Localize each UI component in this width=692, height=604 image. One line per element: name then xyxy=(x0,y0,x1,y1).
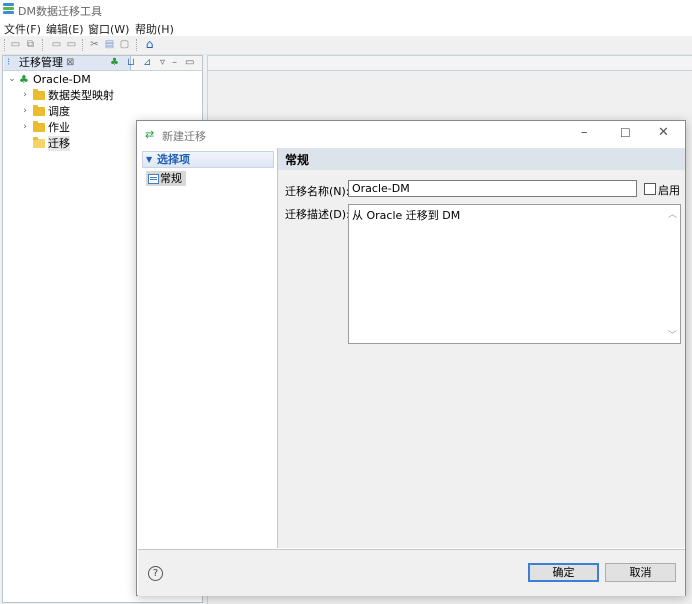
new-migration-icon[interactable]: ♣ xyxy=(110,57,119,69)
toolbar: ▭ ⧉ ▭ ▭ ✂ ▤ ▢ ⌂ xyxy=(0,36,692,55)
export-icon[interactable]: ⊿ xyxy=(143,57,151,69)
tree-item-label: 数据类型映射 xyxy=(48,89,114,102)
app-title-bar: DM数据迁移工具 xyxy=(0,0,692,20)
tree-root-label: Oracle-DM xyxy=(33,73,91,86)
expand-icon[interactable]: › xyxy=(20,104,30,119)
tree-item-label: 迁移 xyxy=(48,136,70,151)
folder-icon xyxy=(33,89,45,100)
tree-item-schedule[interactable]: › 调度 xyxy=(3,104,202,119)
menu-help[interactable]: 帮助(H) xyxy=(135,21,174,37)
dialog-footer: ? 确定 取消 xyxy=(138,549,685,596)
migration-tree-icon: ⁝ xyxy=(7,57,11,68)
expand-down-icon: ▼ xyxy=(146,155,153,164)
section-header: 常规 xyxy=(278,148,685,170)
save-icon[interactable]: ▭ xyxy=(10,39,21,50)
toolbar-separator xyxy=(42,39,44,51)
scroll-down-icon[interactable]: ﹀ xyxy=(668,328,677,341)
panel-header: ⁝ 迁移管理 ⊠ ♣ ⊔ ⊿ ▿ – ▭ xyxy=(3,56,202,71)
enable-label: 启用 xyxy=(658,184,680,197)
view-menu-icon[interactable]: ▿ xyxy=(160,57,165,69)
ok-button[interactable]: 确定 xyxy=(528,563,599,582)
nav-group-options[interactable]: ▼ 选择项 xyxy=(142,151,274,168)
cut-icon[interactable]: ✂ xyxy=(89,39,100,50)
editor-tab-strip xyxy=(208,56,692,71)
toolbar-separator xyxy=(136,39,138,51)
expand-icon[interactable]: › xyxy=(20,120,30,135)
app-title: DM数据迁移工具 xyxy=(18,5,102,18)
migration-desc-textarea[interactable]: 从 Oracle 迁移到 DM ︿ ﹀ xyxy=(348,204,681,344)
nav-item-general[interactable]: 常规 xyxy=(146,171,186,186)
maximize-icon[interactable]: ☐ xyxy=(620,126,631,140)
dialog-title: 新建迁移 xyxy=(162,130,206,143)
copy-icon[interactable]: ▤ xyxy=(104,39,115,50)
minimize-icon[interactable]: – xyxy=(172,57,177,69)
dialog-title-bar: ⇄ 新建迁移 – ☐ ✕ xyxy=(137,121,685,148)
page-icon xyxy=(148,174,159,184)
scroll-up-icon[interactable]: ︿ xyxy=(668,207,677,220)
dialog-nav: ▼ 选择项 常规 xyxy=(138,148,278,548)
dialog-content: 常规 迁移名称(N): 启用 迁移描述(D): 从 Oracle 迁移到 DM … xyxy=(278,148,685,548)
tab-label: 迁移管理 xyxy=(19,56,63,69)
app-logo-icon xyxy=(3,3,14,16)
tree-root[interactable]: ⌄ ♣ Oracle-DM xyxy=(3,72,202,87)
section-title: 常规 xyxy=(285,153,310,167)
folder-icon xyxy=(33,121,45,132)
menu-bar: 文件(F) 编辑(E) 窗口(W) 帮助(H) xyxy=(0,20,692,36)
open-folder-icon xyxy=(33,137,45,148)
tree-item-label: 调度 xyxy=(48,105,70,118)
menu-window[interactable]: 窗口(W) xyxy=(88,21,129,37)
tree-item-datatype-mapping[interactable]: › 数据类型映射 xyxy=(3,88,202,103)
menu-edit[interactable]: 编辑(E) xyxy=(46,21,84,37)
folder-icon xyxy=(33,105,45,116)
nav-item-label: 常规 xyxy=(160,172,182,185)
migration-desc-label: 迁移描述(D): xyxy=(285,208,350,221)
paste-icon[interactable]: ▢ xyxy=(119,39,130,50)
back-icon[interactable]: ▭ xyxy=(51,39,62,50)
nav-group-label: 选择项 xyxy=(157,153,190,166)
migration-name-input[interactable] xyxy=(348,180,637,197)
maximize-icon[interactable]: ▭ xyxy=(185,57,194,69)
close-icon[interactable]: ✕ xyxy=(658,126,669,140)
oracle-dm-icon: ♣ xyxy=(19,73,29,86)
menu-file[interactable]: 文件(F) xyxy=(4,21,41,37)
import-icon[interactable]: ⊔ xyxy=(127,57,135,69)
toolbar-separator xyxy=(4,39,6,51)
collapse-icon[interactable]: ⌄ xyxy=(7,72,17,87)
tree-item-label: 作业 xyxy=(48,121,70,134)
close-tab-icon[interactable]: ⊠ xyxy=(66,56,74,70)
migration-name-label: 迁移名称(N): xyxy=(285,185,350,198)
forward-icon[interactable]: ▭ xyxy=(66,39,77,50)
save-all-icon[interactable]: ⧉ xyxy=(25,39,36,50)
migration-desc-text: 从 Oracle 迁移到 DM xyxy=(352,209,461,222)
expand-icon[interactable]: › xyxy=(20,88,30,103)
home-icon[interactable]: ⌂ xyxy=(144,38,155,50)
enable-checkbox[interactable] xyxy=(644,183,656,195)
help-button[interactable]: ? xyxy=(148,566,163,581)
toolbar-separator xyxy=(82,39,84,51)
new-migration-dialog: ⇄ 新建迁移 – ☐ ✕ ▼ 选择项 常规 常规 迁移名称(N): 启用 迁移描… xyxy=(136,120,686,596)
minimize-icon[interactable]: – xyxy=(581,126,588,140)
migration-arrows-icon: ⇄ xyxy=(145,128,155,141)
cancel-button[interactable]: 取消 xyxy=(605,563,676,582)
